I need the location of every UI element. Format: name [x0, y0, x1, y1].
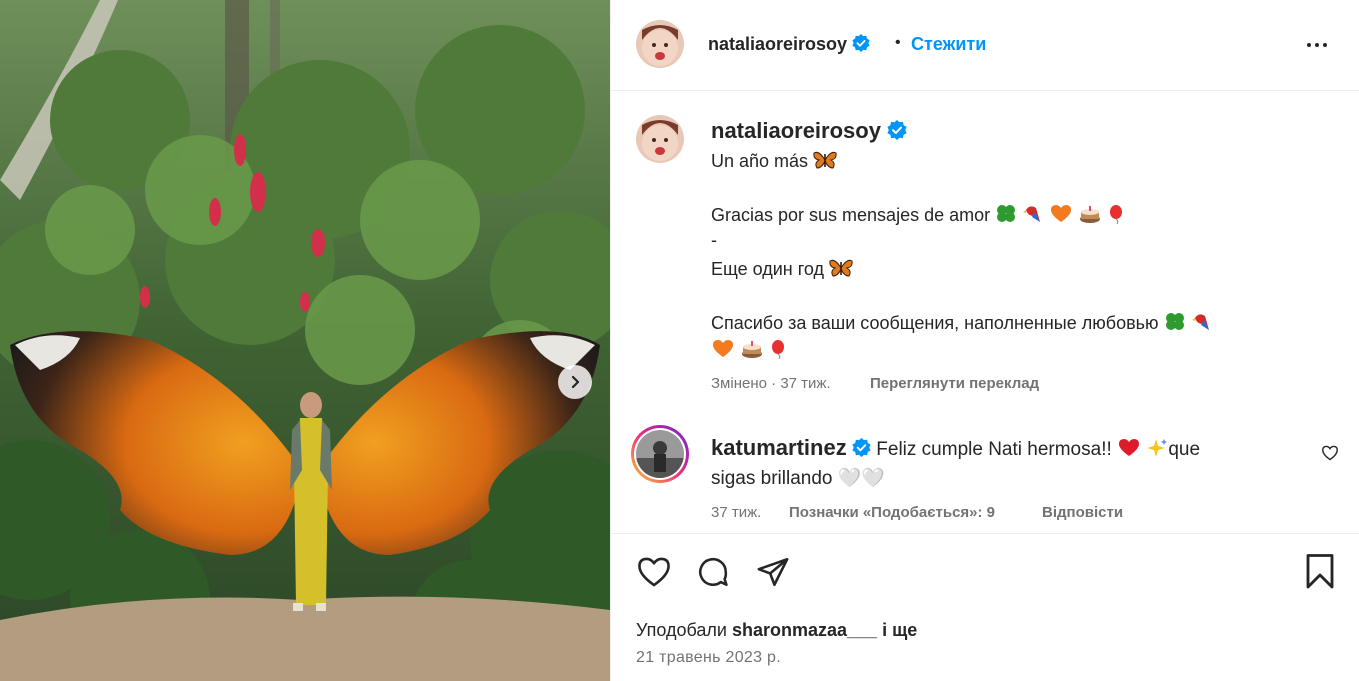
save-button[interactable] — [1305, 554, 1335, 595]
caption-text: Gracias por sus mensajes de amor — [711, 205, 991, 225]
four-leaf-clover-icon — [997, 205, 1016, 222]
caption-line: Un año más — [711, 150, 837, 172]
comment-text: Feliz cumple Nati hermosa!! — [876, 439, 1112, 460]
parrot-icon — [1023, 206, 1041, 222]
comment-body: katumartinez Feliz cumple Nati hermosa!!… — [711, 433, 1271, 493]
share-button[interactable] — [756, 555, 790, 594]
caption-line: - — [711, 230, 717, 250]
balloon-icon — [1110, 205, 1123, 224]
post-photo — [0, 0, 610, 681]
balloon-icon — [772, 340, 785, 359]
heart-icon — [638, 557, 670, 587]
follow-button[interactable]: Стежити — [911, 34, 986, 55]
edited-label: Змінено — [711, 375, 767, 392]
birthday-cake-icon — [742, 341, 763, 358]
caption-text: Еще один год — [711, 259, 825, 279]
header-separator: • — [895, 34, 901, 51]
more-options-button[interactable] — [1307, 35, 1333, 55]
post-details-panel: nataliaoreirosoy • Стежити nataliaoreiro… — [610, 0, 1359, 681]
post-date: 21 травень 2023 р. — [636, 649, 781, 666]
caption-text: Спасибо за ваши сообщения, наполненные л… — [711, 313, 1159, 333]
butterfly-icon — [813, 151, 837, 169]
liked-by: Уподобали sharonmazaa___ і ще — [636, 620, 917, 641]
verified-badge-icon — [852, 34, 870, 52]
birthday-cake-icon — [1080, 206, 1101, 223]
comment-button[interactable] — [696, 555, 730, 594]
commenter-username[interactable]: katumartinez — [711, 435, 847, 460]
caption-username-text: nataliaoreirosoy — [711, 118, 881, 143]
caption-line: Gracias por sus mensajes de amor — [711, 204, 1127, 226]
author-username[interactable]: nataliaoreirosoy — [708, 34, 870, 55]
caption-username[interactable]: nataliaoreirosoy — [711, 118, 907, 144]
butterfly-icon — [829, 259, 853, 277]
share-icon — [757, 557, 789, 587]
avatar-image — [636, 430, 684, 478]
see-translation-button[interactable]: Переглянути переклад — [870, 375, 1039, 392]
orange-heart-icon — [713, 340, 733, 357]
comment-likes-count[interactable]: Позначки «Подобається»: 9 — [789, 504, 995, 521]
red-heart-icon — [1119, 439, 1140, 456]
comment-text: que — [1168, 439, 1201, 460]
sparkles-icon — [1147, 439, 1168, 457]
like-button[interactable] — [636, 556, 672, 593]
author-username-text: nataliaoreirosoy — [708, 34, 848, 54]
next-photo-button[interactable] — [558, 365, 592, 399]
meta-separator: · — [771, 375, 777, 392]
butterfly-wings-photo — [0, 0, 610, 681]
caption-line: Спасибо за ваши сообщения, наполненные л… — [711, 312, 1213, 334]
commenter-avatar[interactable] — [631, 425, 689, 483]
avatar-image — [636, 115, 684, 163]
more-dot — [1323, 43, 1327, 47]
avatar-image — [636, 20, 684, 68]
liked-by-user[interactable]: sharonmazaa___ — [732, 620, 877, 640]
verified-badge-icon — [887, 120, 907, 140]
orange-heart-icon — [1051, 205, 1072, 222]
bookmark-icon — [1306, 554, 1334, 589]
comment-text: sigas brillando — [711, 468, 833, 489]
caption-meta: Змінено · 37 тиж. — [711, 375, 831, 392]
caption-line: Еще один год — [711, 258, 853, 280]
reply-button[interactable]: Відповісти — [1042, 504, 1123, 521]
caption-line — [711, 339, 789, 361]
comment-time: 37 тиж. — [711, 504, 762, 521]
comment-like-button[interactable] — [1321, 445, 1339, 466]
avatar-ring — [634, 428, 686, 480]
liked-by-prefix: Уподобали — [636, 620, 727, 640]
comment-emoji-text: 🤍🤍 — [837, 468, 886, 489]
four-leaf-clover-icon — [1165, 313, 1184, 330]
caption-text: Un año más — [711, 151, 809, 171]
post-actions: Уподобали sharonmazaa___ і ще 21 травень… — [611, 533, 1359, 681]
caption-time: 37 тиж. — [780, 375, 831, 392]
liked-by-others[interactable]: і ще — [882, 620, 917, 640]
comment-icon — [698, 557, 728, 587]
verified-badge-icon — [852, 438, 871, 457]
more-dot — [1315, 43, 1319, 47]
caption-author-avatar[interactable] — [636, 115, 684, 163]
parrot-icon — [1191, 314, 1209, 330]
more-dot — [1307, 43, 1311, 47]
post-header: nataliaoreirosoy • Стежити — [611, 0, 1359, 91]
author-avatar[interactable] — [636, 20, 684, 68]
chevron-right-icon — [571, 375, 580, 389]
heart-icon — [1321, 445, 1339, 461]
